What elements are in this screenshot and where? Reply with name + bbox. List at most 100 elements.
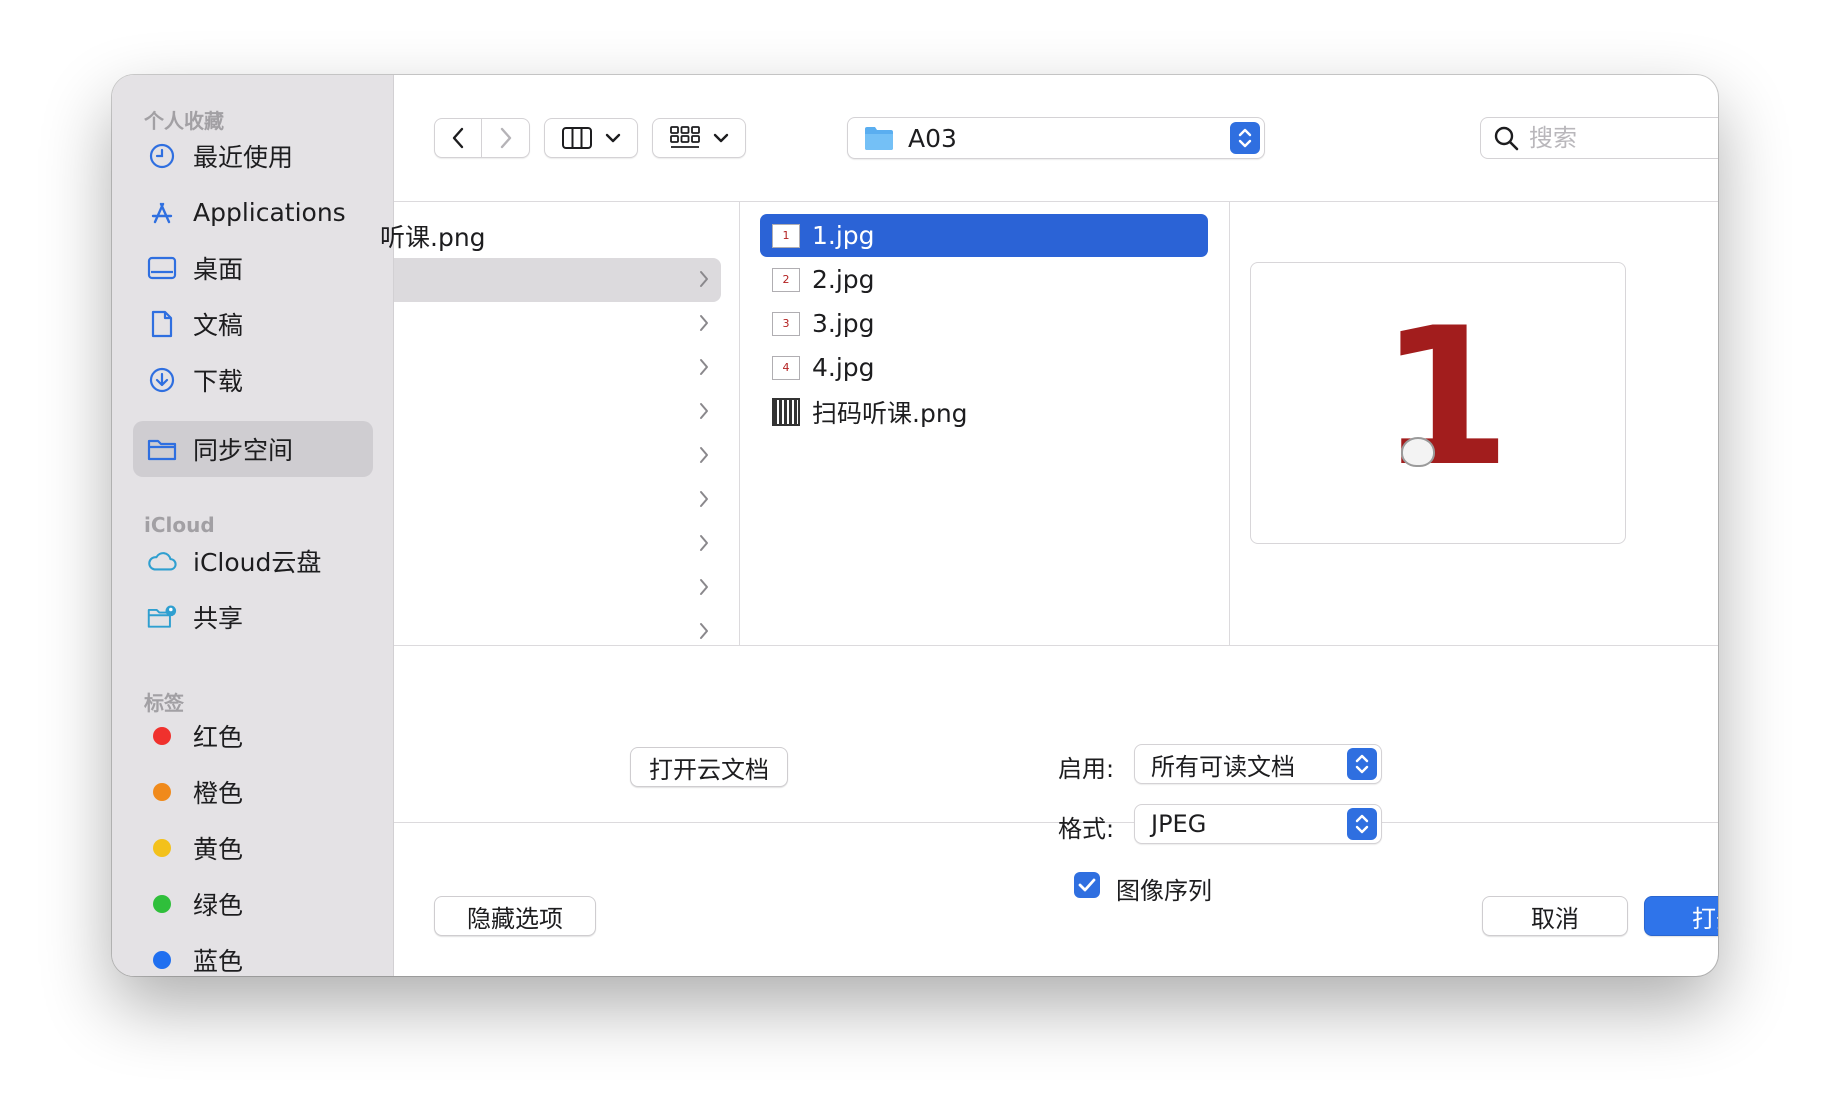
list-item[interactable]: [394, 478, 721, 522]
sidebar-item-label: 文稿: [193, 311, 244, 340]
main-panel: A03 听课.png: [380, 75, 1718, 976]
chevron-left-icon: [452, 127, 464, 149]
cloud-icon: [147, 546, 177, 576]
sidebar-item-label: 下载: [193, 367, 244, 396]
tag-green-icon: [147, 889, 177, 919]
tag-yellow-icon: [147, 833, 177, 863]
sidebar-item-label: Applications: [193, 197, 346, 227]
chevron-right-icon: [500, 127, 511, 149]
sidebar-item-label: 橙色: [193, 779, 244, 808]
sidebar-item-label: 共享: [193, 604, 244, 633]
search-field[interactable]: [1480, 117, 1718, 159]
sidebar-item-sync-space[interactable]: 同步空间: [133, 421, 373, 477]
tag-dot: [153, 727, 171, 745]
hide-options-button[interactable]: 隐藏选项: [434, 896, 596, 936]
list-item[interactable]: [394, 302, 721, 346]
image-sequence-checkbox[interactable]: [1074, 872, 1100, 898]
sidebar-item-label: 同步空间: [193, 436, 294, 465]
list-item-label: 听课.png: [380, 223, 486, 252]
sidebar-item-applications[interactable]: Applications: [133, 184, 373, 240]
view-mode-button[interactable]: [544, 118, 638, 158]
sidebar-item-desktop[interactable]: 桌面: [133, 240, 373, 296]
image-thumbnail-icon: 4: [772, 355, 800, 380]
file-name: 扫码听课.png: [812, 398, 968, 428]
list-item[interactable]: [394, 390, 721, 434]
sidebar-item-shared[interactable]: 共享: [133, 589, 373, 645]
file-name: 2.jpg: [812, 265, 875, 294]
forward-button[interactable]: [482, 119, 529, 157]
sidebar-item-label: 蓝色: [193, 947, 244, 976]
sidebar-item-recents[interactable]: 最近使用: [133, 128, 373, 184]
list-item[interactable]: [394, 346, 721, 390]
file-row-qr-png[interactable]: 扫码听课.png: [760, 390, 1208, 433]
sidebar-item-tag-blue[interactable]: 蓝色: [133, 932, 373, 976]
qr-code-icon: [772, 397, 800, 426]
sidebar-item-label: 红色: [193, 723, 244, 752]
sidebar: 个人收藏 最近使用 Applications 桌面 文稿 下载 同步空间 iCl…: [112, 75, 394, 976]
chevron-right-icon: [700, 403, 708, 419]
chevron-right-icon: [700, 623, 708, 639]
tag-red-icon: [147, 721, 177, 751]
file-row-4-jpg[interactable]: 4 4.jpg: [760, 346, 1208, 389]
file-row-1-jpg[interactable]: 1 1.jpg: [760, 214, 1208, 257]
list-item[interactable]: [394, 566, 721, 610]
mascot-icon: [1401, 437, 1435, 467]
file-name: 1.jpg: [812, 221, 875, 250]
sidebar-item-label: 绿色: [193, 891, 244, 920]
tag-dot: [153, 951, 171, 969]
folder-path-popup[interactable]: A03: [847, 117, 1265, 159]
toolbar: A03: [394, 75, 1718, 201]
chevron-right-icon: [700, 535, 708, 551]
chevron-right-icon: [700, 271, 708, 287]
folder-icon: [865, 127, 893, 150]
sidebar-item-documents[interactable]: 文稿: [133, 296, 373, 352]
sidebar-item-tag-red[interactable]: 红色: [133, 708, 373, 764]
list-item[interactable]: 听课.png: [380, 214, 721, 258]
open-button[interactable]: 打开: [1644, 896, 1718, 936]
search-input[interactable]: [1529, 124, 1718, 152]
chevron-right-icon: [700, 491, 708, 507]
current-folder-name: A03: [908, 123, 957, 153]
file-row-2-jpg[interactable]: 2 2.jpg: [760, 258, 1208, 301]
file-row-3-jpg[interactable]: 3 3.jpg: [760, 302, 1208, 345]
group-by-button[interactable]: [652, 118, 746, 158]
sidebar-item-label: 最近使用: [193, 143, 294, 172]
chevron-right-icon: [700, 579, 708, 595]
browser-column-parent: 听课.png: [380, 202, 740, 645]
browser-column-files: 1 1.jpg 2 2.jpg 3 3.jpg 4 4.jpg 扫码听课.png: [740, 202, 1230, 645]
sidebar-item-label: 桌面: [193, 255, 244, 284]
list-item[interactable]: [394, 522, 721, 566]
sidebar-item-label: iCloud云盘: [193, 548, 322, 577]
back-button[interactable]: [435, 119, 483, 157]
chevron-right-icon: [700, 359, 708, 375]
checkmark-icon: [1078, 878, 1096, 892]
tag-dot: [153, 839, 171, 857]
clock-icon: [147, 141, 177, 171]
applications-icon: [147, 197, 177, 227]
file-name: 4.jpg: [812, 353, 875, 382]
sidebar-item-tag-orange[interactable]: 橙色: [133, 764, 373, 820]
columns-view-icon: [562, 127, 592, 149]
chevron-right-icon: [700, 447, 708, 463]
file-name: 3.jpg: [812, 309, 875, 338]
cancel-button[interactable]: 取消: [1482, 896, 1628, 936]
image-sequence-option: 图像序列: [394, 647, 1718, 905]
list-item-selected-folder[interactable]: [394, 258, 721, 302]
list-item[interactable]: [394, 434, 721, 478]
folder-icon: [147, 434, 177, 464]
image-thumbnail-icon: 2: [772, 267, 800, 292]
chevron-down-icon: [605, 133, 621, 143]
sidebar-item-tag-yellow[interactable]: 黄色: [133, 820, 373, 876]
sidebar-item-tag-green[interactable]: 绿色: [133, 876, 373, 932]
tag-dot: [153, 895, 171, 913]
file-browser: 听课.png 1 1.jpg 2 2.jpg 3 3.jpg 4 4.jpg 扫…: [380, 201, 1718, 646]
sidebar-item-icloud-drive[interactable]: iCloud云盘: [133, 533, 373, 589]
file-preview: 1: [1250, 262, 1626, 544]
preview-column: 1: [1230, 202, 1718, 645]
document-icon: [147, 309, 177, 339]
tag-orange-icon: [147, 777, 177, 807]
sidebar-item-downloads[interactable]: 下载: [133, 352, 373, 408]
sidebar-item-label: 黄色: [193, 835, 244, 864]
tag-dot: [153, 783, 171, 801]
download-icon: [147, 365, 177, 395]
